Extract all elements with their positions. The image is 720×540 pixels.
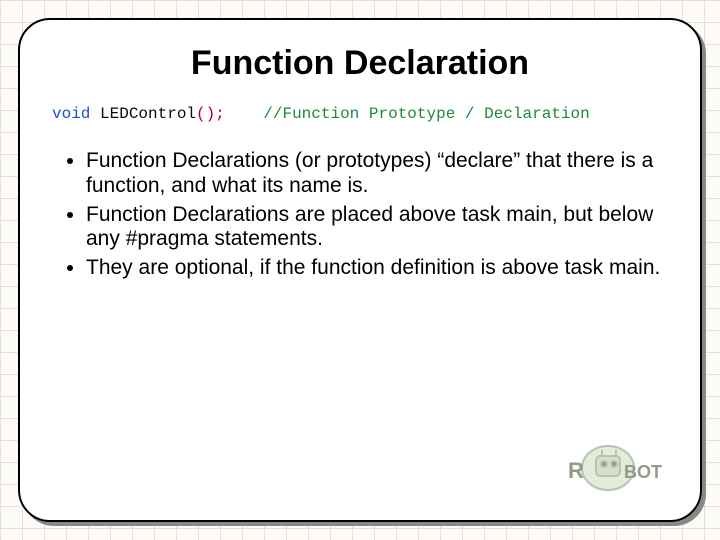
robot-logo: R BOT xyxy=(546,438,666,498)
bullet-list: Function Declarations (or prototypes) “d… xyxy=(86,149,666,281)
slide-title: Function Declaration xyxy=(44,44,676,83)
logo-text-right: BOT xyxy=(624,462,662,482)
code-comment: //Function Prototype / Declaration xyxy=(263,105,589,123)
logo-text-left: R xyxy=(568,458,584,483)
slide-frame: Function Declaration void LEDControl(); … xyxy=(18,18,702,522)
bullet-item: Function Declarations are placed above t… xyxy=(86,203,666,253)
code-example: void LEDControl(); //Function Prototype … xyxy=(52,105,676,123)
code-function-name: LEDControl xyxy=(100,105,196,123)
code-parens: (); xyxy=(196,105,225,123)
bullet-item: They are optional, if the function defin… xyxy=(86,256,666,281)
bullet-item: Function Declarations (or prototypes) “d… xyxy=(86,149,666,199)
code-keyword: void xyxy=(52,105,90,123)
